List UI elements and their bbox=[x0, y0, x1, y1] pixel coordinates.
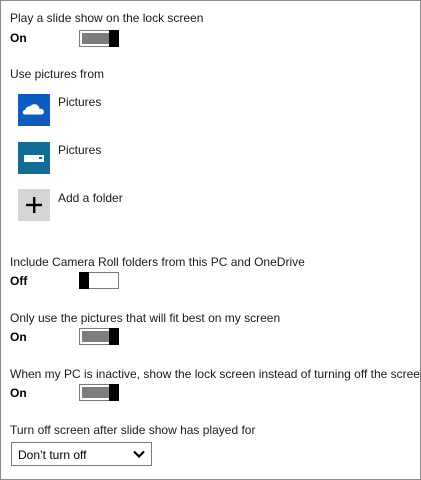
camera-roll-toggle[interactable] bbox=[79, 272, 119, 289]
fit-best-toggle[interactable] bbox=[79, 328, 119, 345]
toggle-track-fill bbox=[82, 387, 110, 398]
toggle-thumb bbox=[79, 272, 89, 289]
pictures-item-label[interactable]: Pictures bbox=[58, 143, 101, 157]
onedrive-cloud-icon bbox=[22, 104, 44, 115]
camera-roll-heading: Include Camera Roll folders from this PC… bbox=[10, 255, 305, 269]
slideshow-state: On bbox=[10, 31, 27, 45]
toggle-thumb bbox=[109, 328, 119, 345]
pictures-heading: Use pictures from bbox=[10, 67, 105, 81]
onedrive-pictures-tile[interactable] bbox=[18, 94, 50, 126]
fit-best-state: On bbox=[10, 330, 27, 344]
toggle-thumb bbox=[109, 30, 119, 47]
inactive-toggle[interactable] bbox=[79, 384, 119, 401]
fit-best-heading: Only use the pictures that will fit best… bbox=[10, 311, 281, 325]
toggle-track-fill bbox=[82, 331, 110, 342]
toggle-track-fill bbox=[82, 33, 110, 44]
slideshow-heading: Play a slide show on the lock screen bbox=[10, 11, 204, 25]
inactive-state: On bbox=[10, 386, 27, 400]
turn-off-selected-value: Don’t turn off bbox=[18, 448, 87, 462]
add-folder-label[interactable]: Add a folder bbox=[58, 191, 123, 205]
slideshow-toggle[interactable] bbox=[79, 30, 119, 47]
turn-off-heading: Turn off screen after slide show has pla… bbox=[10, 423, 256, 437]
add-folder-tile[interactable] bbox=[18, 189, 50, 221]
drive-icon bbox=[24, 155, 44, 162]
plus-icon bbox=[26, 197, 42, 213]
pictures-item-label[interactable]: Pictures bbox=[58, 95, 101, 109]
this-pc-pictures-tile[interactable] bbox=[18, 142, 50, 174]
chevron-down-icon bbox=[133, 450, 145, 459]
turn-off-dropdown[interactable]: Don’t turn off bbox=[11, 442, 152, 466]
inactive-heading: When my PC is inactive, show the lock sc… bbox=[10, 367, 421, 381]
toggle-thumb bbox=[109, 384, 119, 401]
camera-roll-state: Off bbox=[10, 274, 28, 288]
